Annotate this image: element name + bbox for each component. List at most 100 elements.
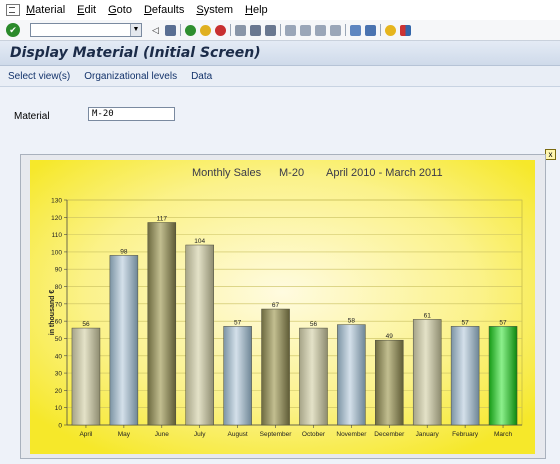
- bar-september: [261, 308, 290, 426]
- x-tick-label: February: [452, 431, 479, 438]
- bar-june: [147, 222, 177, 426]
- bar-october: [299, 327, 328, 426]
- shortcut-icon[interactable]: [365, 24, 376, 36]
- next-page-icon[interactable]: [315, 24, 326, 36]
- page-title: Display Material (Initial Screen): [10, 45, 261, 61]
- last-page-icon[interactable]: [330, 24, 341, 36]
- command-field[interactable]: ▼: [30, 23, 142, 37]
- y-tick-label: 30: [55, 371, 63, 378]
- bar-value-label: 117: [157, 216, 168, 223]
- bar-value-label: 49: [386, 333, 394, 340]
- chart-title-material: M-20: [279, 167, 304, 179]
- y-tick-label: 10: [55, 405, 63, 412]
- y-tick-label: 20: [55, 388, 63, 395]
- toolbar-separator: [380, 24, 381, 36]
- x-tick-label: January: [416, 431, 440, 438]
- find-icon[interactable]: [250, 24, 261, 36]
- x-tick-label: April: [79, 431, 93, 438]
- y-tick-label: 120: [51, 215, 62, 222]
- bar-value-label: 57: [234, 319, 242, 326]
- menu-edit[interactable]: Edit: [77, 4, 96, 16]
- bar-july: [185, 244, 214, 426]
- bar-value-label: 57: [462, 319, 470, 326]
- save-icon[interactable]: [165, 24, 176, 36]
- menu-system[interactable]: System: [196, 4, 233, 16]
- x-tick-label: October: [302, 431, 326, 438]
- menu-defaults[interactable]: Defaults: [144, 4, 184, 16]
- x-tick-label: August: [228, 431, 248, 438]
- first-page-icon[interactable]: [285, 24, 296, 36]
- help-icon[interactable]: [385, 24, 396, 36]
- sales-chart: Monthly Sales M-20 April 2010 - March 20…: [30, 160, 535, 454]
- y-tick-label: 100: [51, 249, 62, 256]
- bar-value-label: 57: [499, 319, 507, 326]
- y-tick-label: 50: [55, 336, 63, 343]
- menu-goto[interactable]: Goto: [108, 4, 132, 16]
- bar-value-label: 98: [120, 248, 128, 255]
- bar-value-label: 56: [82, 321, 90, 328]
- x-tick-label: July: [194, 431, 206, 438]
- chart-title-period: April 2010 - March 2011: [326, 167, 443, 179]
- y-tick-label: 40: [55, 353, 63, 360]
- standard-toolbar: ✔ ▼ ◁: [0, 20, 560, 41]
- y-tick-label: 60: [55, 319, 63, 326]
- y-tick-label: 130: [51, 198, 62, 205]
- bar-value-label: 61: [424, 312, 432, 319]
- bar-value-label: 104: [194, 238, 205, 245]
- bar-november: [337, 324, 366, 426]
- back-nav-icon[interactable]: [185, 24, 196, 36]
- y-tick-label: 80: [55, 284, 63, 291]
- x-tick-label: May: [118, 431, 131, 438]
- x-tick-label: September: [260, 431, 293, 438]
- y-axis-label: in thousand €: [49, 290, 56, 336]
- y-tick-label: 70: [55, 301, 63, 308]
- x-tick-label: June: [155, 431, 169, 438]
- create-session-icon[interactable]: [350, 24, 361, 36]
- bar-january: [412, 319, 442, 426]
- toolbar-separator: [230, 24, 231, 36]
- material-input[interactable]: M-20: [88, 107, 175, 121]
- y-tick-label: 0: [58, 423, 62, 430]
- bar-december: [375, 339, 404, 426]
- bar-april: [71, 327, 101, 426]
- bar-may: [109, 255, 139, 426]
- main-content: Material M-20 x Monthly Sales M-20 April…: [0, 87, 560, 464]
- system-menu-icon[interactable]: [6, 4, 20, 16]
- layout-icon[interactable]: [400, 24, 411, 36]
- chart-title-part: Monthly Sales: [192, 167, 262, 179]
- x-tick-label: March: [494, 431, 512, 438]
- chart-svg: Monthly Sales M-20 April 2010 - March 20…: [30, 160, 535, 454]
- toolbar-icons: ◁: [150, 24, 415, 36]
- y-tick-label: 90: [55, 267, 63, 274]
- title-bar: Display Material (Initial Screen): [0, 41, 560, 66]
- find-next-icon[interactable]: [265, 24, 276, 36]
- print-icon[interactable]: [235, 24, 246, 36]
- y-tick-label: 110: [52, 232, 63, 239]
- toolbar-separator: [180, 24, 181, 36]
- bar-august: [223, 326, 252, 426]
- back-icon[interactable]: ◁: [150, 25, 161, 36]
- bar-march: [488, 326, 518, 426]
- close-chart-icon[interactable]: x: [545, 149, 556, 160]
- bar-value-label: 67: [272, 302, 280, 309]
- material-label: Material: [14, 111, 50, 122]
- menu-help[interactable]: Help: [245, 4, 268, 16]
- cancel-icon[interactable]: [215, 24, 226, 36]
- command-dropdown-icon[interactable]: ▼: [130, 24, 141, 36]
- bar-february: [450, 326, 480, 426]
- x-tick-label: December: [374, 431, 405, 438]
- menu-bar: Material Edit Goto Defaults System Help: [0, 0, 560, 20]
- exit-icon[interactable]: [200, 24, 211, 36]
- bar-value-label: 58: [348, 318, 356, 325]
- select-views-button[interactable]: Select view(s): [8, 71, 70, 82]
- organizational-levels-button[interactable]: Organizational levels: [84, 71, 177, 82]
- data-button[interactable]: Data: [191, 71, 212, 82]
- prev-page-icon[interactable]: [300, 24, 311, 36]
- menu-material[interactable]: Material: [26, 4, 65, 16]
- x-tick-label: November: [336, 431, 367, 438]
- application-toolbar: Select view(s) Organizational levels Dat…: [0, 66, 560, 87]
- bar-value-label: 56: [310, 321, 318, 328]
- toolbar-separator: [345, 24, 346, 36]
- toolbar-separator: [280, 24, 281, 36]
- enter-icon[interactable]: ✔: [6, 23, 20, 37]
